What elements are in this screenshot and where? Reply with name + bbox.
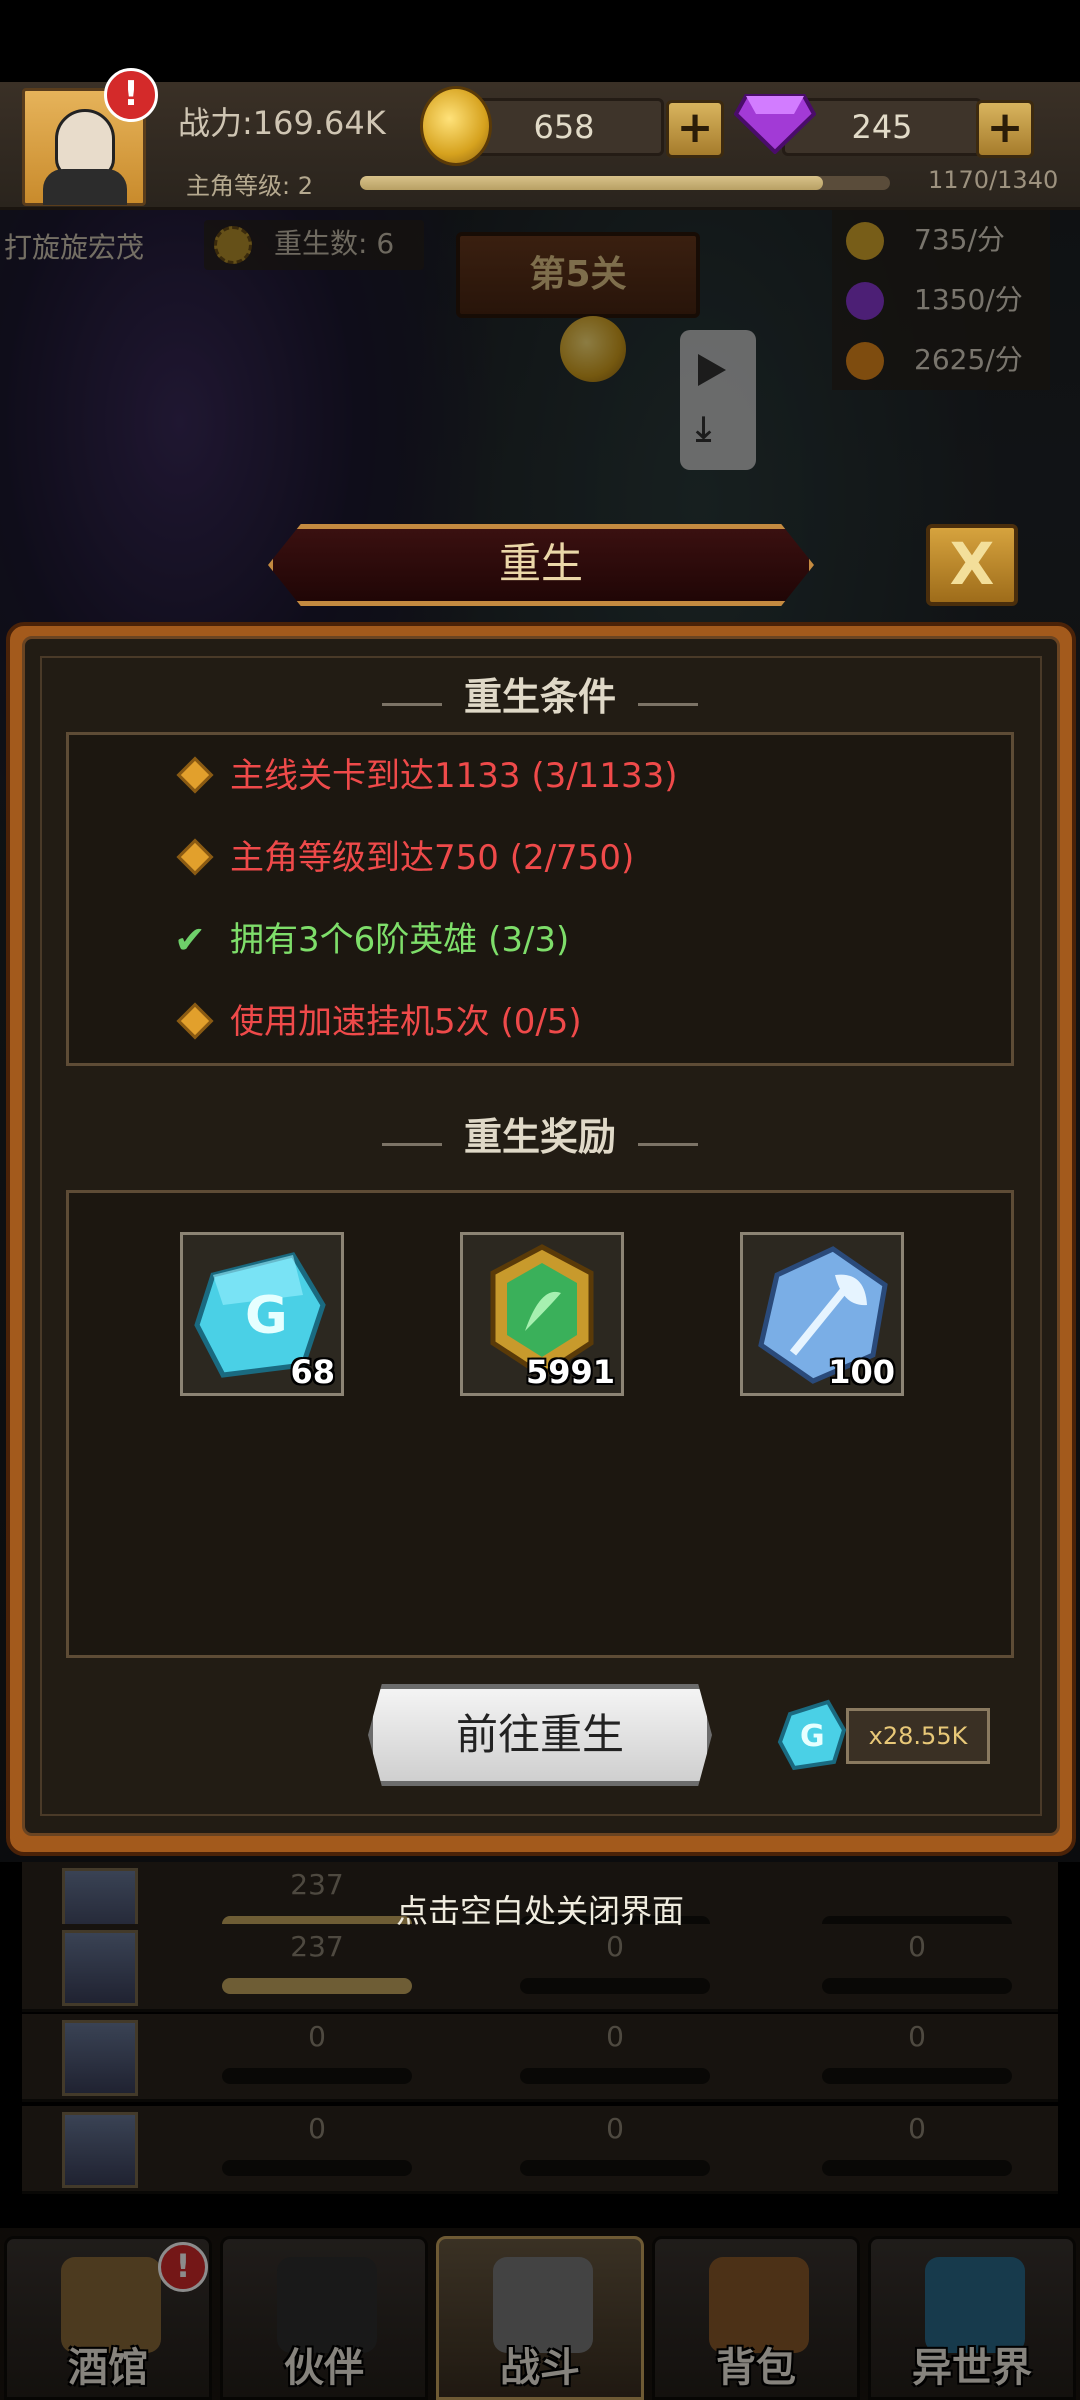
- reward-count: 5991: [525, 1353, 615, 1391]
- conditions-heading: 重生条件: [0, 666, 1080, 721]
- reward-item[interactable]: 100: [740, 1232, 904, 1396]
- reward-count: 100: [828, 1353, 895, 1391]
- condition-text: 主线关卡到达1133 (3/1133): [230, 756, 678, 796]
- status-bar: [0, 0, 1080, 82]
- go-rebirth-button[interactable]: 前往重生: [368, 1684, 712, 1786]
- gold-amount: 658: [464, 98, 664, 156]
- level-label: 主角等级: 2: [186, 172, 313, 200]
- rebirth-cost: x28.55K: [846, 1708, 990, 1764]
- conditions-heading-text: 重生条件: [463, 675, 616, 719]
- reward-item[interactable]: 5991: [460, 1232, 624, 1396]
- condition-text: 使用加速挂机5次 (0/5): [230, 1002, 582, 1042]
- gold-coin-icon: [420, 86, 492, 166]
- level-progress-text: 1170/1340: [928, 166, 1059, 194]
- condition-item: 主线关卡到达1133 (3/1133): [176, 746, 678, 806]
- level-progress-fill: [360, 176, 823, 190]
- condition-item: 使用加速挂机5次 (0/5): [176, 992, 582, 1052]
- add-gem-button[interactable]: +: [976, 100, 1034, 158]
- add-gold-button[interactable]: +: [666, 100, 724, 158]
- condition-text: 主角等级到达750 (2/750): [230, 838, 635, 878]
- avatar-alert-icon: !: [104, 68, 158, 122]
- close-hint: 点击空白处关闭界面: [395, 1892, 684, 1930]
- purple-gem-icon: [734, 94, 816, 154]
- rewards-heading-text: 重生奖励: [463, 1115, 616, 1159]
- rewards-heading: 重生奖励: [0, 1106, 1080, 1161]
- close-button[interactable]: X: [926, 524, 1018, 606]
- popup-title: 重生: [498, 539, 583, 588]
- reward-count: 68: [290, 1353, 335, 1391]
- svg-text:G: G: [245, 1286, 288, 1346]
- reward-item[interactable]: G 68: [180, 1232, 344, 1396]
- condition-text: 拥有3个6阶英雄 (3/3): [230, 920, 570, 960]
- condition-item: ✔ 拥有3个6阶英雄 (3/3): [174, 910, 570, 970]
- condition-item: 主角等级到达750 (2/750): [176, 828, 635, 888]
- svg-text:G: G: [800, 1719, 825, 1754]
- combat-power: 战力:169.64K: [178, 104, 386, 142]
- rune-stone-cost-icon: G: [777, 1699, 847, 1771]
- checkmark-icon: ✔: [174, 918, 206, 962]
